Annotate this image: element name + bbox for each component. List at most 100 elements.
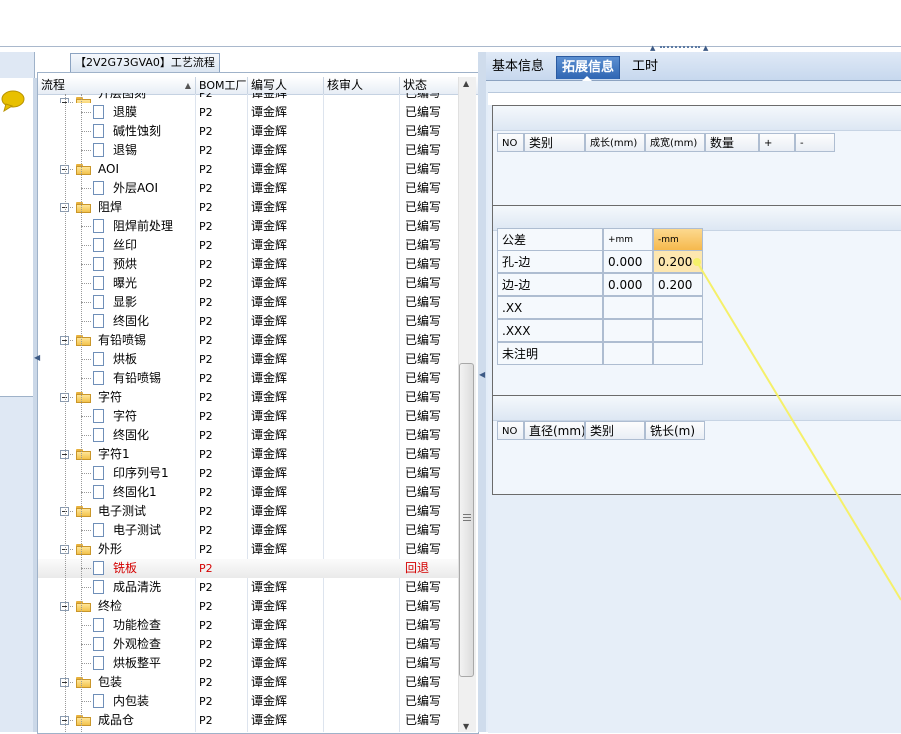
tree-scrollbar-thumb[interactable] — [459, 363, 474, 677]
tolerance-row-label: .XX — [497, 296, 603, 319]
tree-connector — [65, 94, 66, 732]
tree-row-bom: P2 — [199, 714, 213, 727]
tree-row[interactable]: 曝光 P2 谭金辉 已编写 — [38, 274, 458, 293]
collapse-up-arrow-icon[interactable]: ▲ — [703, 44, 708, 52]
document-icon — [93, 219, 104, 233]
column-header-flow[interactable]: 流程 ▲ — [38, 77, 196, 94]
size-header-no: NO — [497, 133, 524, 152]
panel-grip[interactable] — [660, 46, 700, 53]
expand-left-arrow-icon[interactable]: ◀ — [34, 353, 40, 362]
tree-row-status: 已编写 — [405, 485, 442, 499]
tree-row-writer: 谭金辉 — [251, 618, 288, 632]
tree-row[interactable]: 铣板 P2 回退 — [38, 559, 458, 578]
tree-row-status: 已编写 — [405, 314, 442, 328]
tree-row[interactable]: 字符 P2 谭金辉 已编写 — [38, 407, 458, 426]
tree-row-writer: 谭金辉 — [251, 656, 288, 670]
tree-row[interactable]: 功能检查 P2 谭金辉 已编写 — [38, 616, 458, 635]
tree-row[interactable]: 成品清洗 P2 谭金辉 已编写 — [38, 578, 458, 597]
tree-row[interactable]: 终固化 P2 谭金辉 已编写 — [38, 312, 458, 331]
tree-row-bom: P2 — [199, 638, 213, 651]
tolerance-minus-cell[interactable]: 0.200 — [653, 273, 703, 296]
tree-row[interactable]: 外观检查 P2 谭金辉 已编写 — [38, 635, 458, 654]
tree-row[interactable]: 电子测试 P2 谭金辉 已编写 — [38, 521, 458, 540]
tree-row[interactable]: 终检 P2 谭金辉 已编写 — [38, 597, 458, 616]
size-header-quantity: 数量 — [705, 133, 759, 152]
tree-row[interactable]: 烘板 P2 谭金辉 已编写 — [38, 350, 458, 369]
tolerance-plus-cell[interactable] — [603, 296, 653, 319]
tree-row[interactable]: 丝印 P2 谭金辉 已编写 — [38, 236, 458, 255]
tree-row[interactable]: 烘板整平 P2 谭金辉 已编写 — [38, 654, 458, 673]
folder-icon — [76, 677, 91, 688]
tree-row[interactable]: 预烘 P2 谭金辉 已编写 — [38, 255, 458, 274]
document-icon — [93, 561, 104, 575]
tree-row-bom: P2 — [199, 201, 213, 214]
tree-row-name: 铣板 — [113, 561, 138, 575]
column-header-status[interactable]: 状态 — [400, 77, 458, 94]
folder-icon — [76, 392, 91, 403]
chat-bubble-icon[interactable] — [0, 90, 26, 112]
tree-row-bom: P2 — [199, 239, 213, 252]
tolerance-plus-cell[interactable]: 0.000 — [603, 273, 653, 296]
tree-row-writer: 谭金辉 — [251, 181, 288, 195]
tree-row-status: 已编写 — [405, 504, 442, 518]
tree-row-bom: P2 — [199, 676, 213, 689]
tree-row[interactable]: 开层图刻 P2 谭金辉 已编写 — [38, 93, 458, 103]
tree-row[interactable]: 有铅喷锡 P2 谭金辉 已编写 — [38, 369, 458, 388]
tree-row-writer: 谭金辉 — [251, 200, 288, 214]
tolerance-row-label: .XXX — [497, 319, 603, 342]
tree-row[interactable]: 显影 P2 谭金辉 已编写 — [38, 293, 458, 312]
tree-row[interactable]: 终固化1 P2 谭金辉 已编写 — [38, 483, 458, 502]
tree-row-bom: P2 — [199, 619, 213, 632]
tree-row-status: 已编写 — [405, 675, 442, 689]
tree-row[interactable]: 成品仓 P2 谭金辉 已编写 — [38, 711, 458, 730]
tree-row-bom: P2 — [199, 277, 213, 290]
tree-row[interactable]: 退膜 P2 谭金辉 已编写 — [38, 103, 458, 122]
drill-header-category: 类别 — [585, 421, 645, 440]
tree-row[interactable]: 包装 P2 谭金辉 已编写 — [38, 673, 458, 692]
scroll-up-arrow-icon[interactable]: ▲ — [463, 79, 469, 88]
process-flow-tab[interactable]: 【2V2G73GVA0】工艺流程 — [70, 53, 220, 72]
tolerance-minus-cell[interactable]: 0.200 — [653, 250, 703, 273]
tolerance-minus-cell[interactable] — [653, 342, 703, 365]
tree-row[interactable]: AOI P2 谭金辉 已编写 — [38, 160, 458, 179]
tree-row[interactable]: 内包装 P2 谭金辉 已编写 — [38, 692, 458, 711]
tab-work-hours[interactable]: 工时 — [627, 56, 663, 78]
scroll-down-arrow-icon[interactable]: ▼ — [463, 722, 469, 731]
collapse-left-arrow-icon[interactable]: ◀ — [479, 370, 485, 379]
tree-row[interactable]: 终固化 P2 谭金辉 已编写 — [38, 426, 458, 445]
column-header-bom[interactable]: BOM工厂 — [196, 77, 248, 94]
tree-row[interactable]: 退锡 P2 谭金辉 已编写 — [38, 141, 458, 160]
tree-row[interactable]: 电子测试 P2 谭金辉 已编写 — [38, 502, 458, 521]
tolerance-plus-cell[interactable] — [603, 319, 653, 342]
column-header-reviewer[interactable]: 核审人 — [324, 77, 400, 94]
tree-row-writer: 谭金辉 — [251, 105, 288, 119]
document-icon — [93, 105, 104, 119]
tolerance-minus-cell[interactable] — [653, 319, 703, 342]
tree-row-writer: 谭金辉 — [251, 93, 288, 100]
tree-row[interactable]: 阻焊 P2 谭金辉 已编写 — [38, 198, 458, 217]
tree-row[interactable]: 印序列号1 P2 谭金辉 已编写 — [38, 464, 458, 483]
tree-row[interactable]: 碱性蚀刻 P2 谭金辉 已编写 — [38, 122, 458, 141]
tree-row[interactable]: 字符 P2 谭金辉 已编写 — [38, 388, 458, 407]
size-remove-button[interactable]: - — [795, 133, 835, 152]
tolerance-plus-cell[interactable]: 0.000 — [603, 250, 653, 273]
tree-row-name: 成品清洗 — [113, 580, 162, 594]
tolerance-plus-cell[interactable] — [603, 342, 653, 365]
tree-row[interactable]: 有铅喷锡 P2 谭金辉 已编写 — [38, 331, 458, 350]
collapse-up-arrow-icon[interactable]: ▲ — [650, 44, 655, 52]
tab-basic-info[interactable]: 基本信息 — [487, 56, 549, 78]
tolerance-minus-cell[interactable] — [653, 296, 703, 319]
tree-row[interactable]: 阻焊前处理 P2 谭金辉 已编写 — [38, 217, 458, 236]
tree-row-bom: P2 — [199, 144, 213, 157]
tree-row[interactable]: 字符1 P2 谭金辉 已编写 — [38, 445, 458, 464]
folder-icon — [76, 164, 91, 175]
column-header-writer[interactable]: 编写人 — [248, 77, 324, 94]
tree-row-name: 有铅喷锡 — [98, 333, 147, 347]
main-splitter[interactable]: ◀ — [478, 52, 486, 732]
size-add-button[interactable]: + — [759, 133, 795, 152]
tree-row-writer: 谭金辉 — [251, 409, 288, 423]
tree-row[interactable]: 外层AOI P2 谭金辉 已编写 — [38, 179, 458, 198]
size-header-width: 成宽(mm) — [645, 133, 705, 152]
tree-row[interactable]: 外形 P2 谭金辉 已编写 — [38, 540, 458, 559]
tree-row-writer: 谭金辉 — [251, 238, 288, 252]
